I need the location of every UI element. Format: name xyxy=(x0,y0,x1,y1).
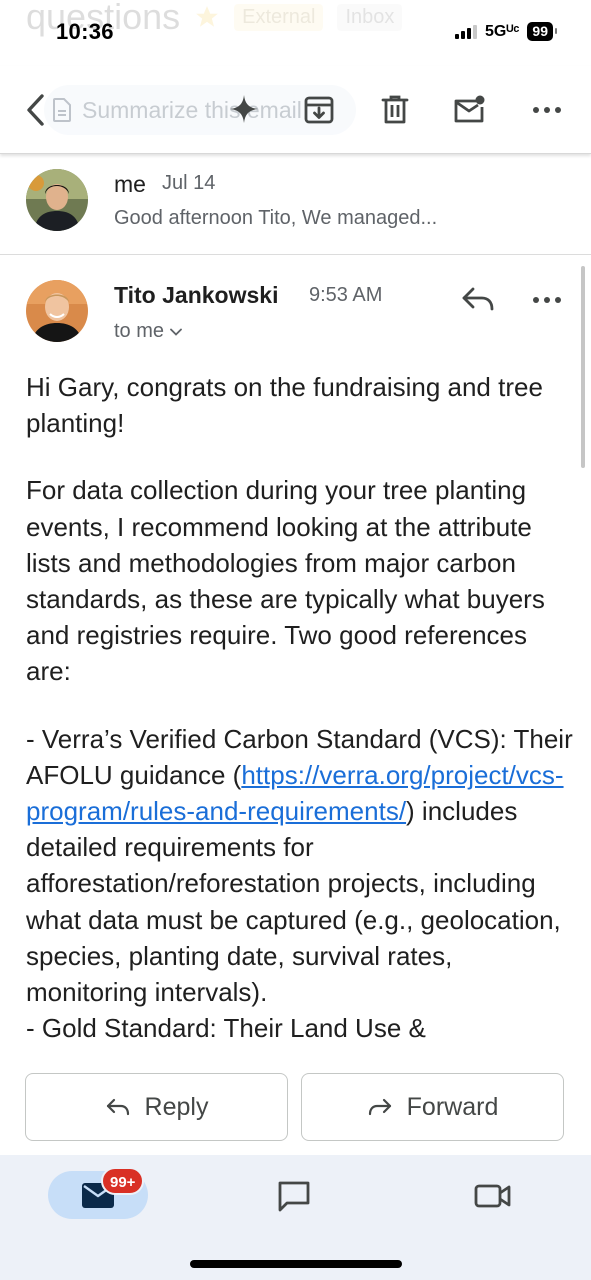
forward-label: Forward xyxy=(406,1092,499,1121)
status-bar: 10:36 5Gᵁᶜ 99 xyxy=(0,0,591,66)
bullet-1-suffix: ) includes detailed requirements for aff… xyxy=(26,796,561,1008)
avatar-me xyxy=(26,169,88,231)
more-options-icon[interactable] xyxy=(530,93,564,127)
gemini-sparkle-icon[interactable] xyxy=(229,94,259,124)
message-toolbar: Summarize this email xyxy=(0,66,591,154)
chevron-down-icon xyxy=(170,328,182,336)
status-time: 10:36 xyxy=(56,19,114,44)
document-icon xyxy=(52,98,72,122)
unread-count-badge: 99+ xyxy=(101,1167,145,1195)
message-body: Hi Gary, congrats on the fundraising and… xyxy=(26,369,574,1057)
mark-unread-icon[interactable] xyxy=(452,93,486,127)
reply-forward-bar: Reply Forward xyxy=(0,1057,591,1153)
bullet-2-partial: - Gold Standard: Their Land Use & xyxy=(26,1013,426,1044)
meet-icon[interactable] xyxy=(474,1181,512,1211)
body-text-1: For data collection during your tree pla… xyxy=(26,475,545,687)
body-paragraph: For data collection during your tree pla… xyxy=(26,472,574,689)
collapsed-sender: me xyxy=(114,171,146,197)
scrollbar[interactable] xyxy=(581,266,585,468)
network-type: 5Gᵁᶜ xyxy=(485,22,520,40)
collapsed-snippet: Good afternoon Tito, We managed... xyxy=(114,207,438,229)
summarize-email-label: Summarize this email xyxy=(82,96,302,123)
recipient-details-toggle[interactable]: to me xyxy=(114,320,182,343)
battery-icon: 99 xyxy=(527,22,557,41)
message-more-icon[interactable] xyxy=(530,283,564,317)
delete-icon[interactable] xyxy=(378,93,412,127)
back-icon[interactable] xyxy=(20,90,52,130)
recipient-label: to me xyxy=(114,320,165,342)
collapsed-message[interactable]: me Jul 14 Good afternoon Tito, We manage… xyxy=(0,155,591,255)
sender-name[interactable]: Tito Jankowski xyxy=(114,282,278,309)
reply-label: Reply xyxy=(144,1092,209,1121)
greeting-text: Hi Gary, congrats on the fundraising and… xyxy=(26,372,543,439)
archive-icon[interactable] xyxy=(302,93,336,127)
avatar-sender[interactable] xyxy=(26,280,88,342)
forward-arrow-icon xyxy=(367,1096,393,1118)
status-indicators: 5Gᵁᶜ 99 xyxy=(455,22,557,41)
message-header: Tito Jankowski 9:53 AM to me xyxy=(0,256,591,356)
reply-icon[interactable] xyxy=(460,284,496,314)
bullet-verra: - Verra’s Verified Carbon Standard (VCS)… xyxy=(26,721,574,1047)
reply-arrow-icon xyxy=(105,1096,131,1118)
bottom-navigation: 99+ xyxy=(0,1155,591,1280)
cell-signal-icon xyxy=(455,24,478,39)
message-time: 9:53 AM xyxy=(309,284,383,306)
greeting-paragraph: Hi Gary, congrats on the fundraising and… xyxy=(26,369,574,441)
forward-button[interactable]: Forward xyxy=(301,1073,564,1141)
collapsed-date: Jul 14 xyxy=(162,172,216,194)
chat-icon[interactable] xyxy=(276,1179,312,1213)
reply-button[interactable]: Reply xyxy=(25,1073,288,1141)
home-indicator[interactable] xyxy=(190,1260,402,1268)
